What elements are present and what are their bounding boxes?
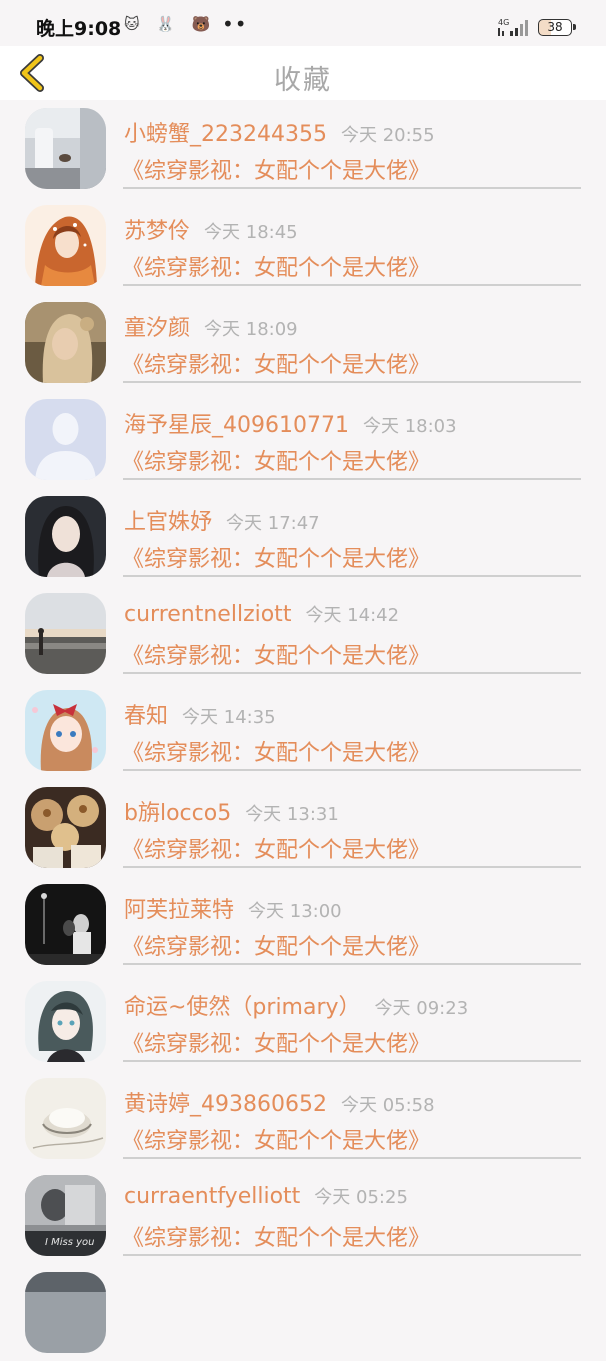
book-title: 《综穿影视：女配个个是大佬》 [122,838,431,863]
divider [123,866,581,868]
avatar-image [25,496,106,577]
book-title: 《综穿影视：女配个个是大佬》 [122,1226,431,1251]
avatar-image [25,787,106,868]
avatar[interactable] [25,399,106,480]
book-title: 《综穿影视：女配个个是大佬》 [122,644,431,669]
book-title: 《综穿影视：女配个个是大佬》 [122,547,431,572]
username: 海予星辰_409610771 [124,413,349,438]
book-title: 《综穿影视：女配个个是大佬》 [122,1032,431,1057]
avatar[interactable] [25,496,106,577]
timestamp: 今天 18:45 [204,222,298,243]
divider [123,769,581,771]
list-item[interactable]: b旃locco5 今天 13:31 《综穿影视：女配个个是大佬》 [0,779,606,876]
avatar-caption: I Miss you [45,1237,95,1248]
username: 春知 [124,704,169,729]
favorites-list: 小螃蟹_223244355 今天 20:55 《综穿影视：女配个个是大佬》 苏梦伶… [0,100,606,1361]
list-item[interactable]: 海予星辰_409610771 今天 18:03 《综穿影视：女配个个是大佬》 [0,391,606,488]
list-item[interactable]: 苏梦伶 今天 18:45 《综穿影视：女配个个是大佬》 [0,197,606,294]
timestamp: 今天 13:00 [248,901,342,922]
timestamp: 今天 05:25 [314,1187,408,1208]
list-item[interactable]: I Miss you curraentfyelliott 今天 05:25 《综穿… [0,1167,606,1264]
username: 阿芙拉莱特 [124,898,235,923]
list-item[interactable] [0,1264,606,1361]
book-title: 《综穿影视：女配个个是大佬》 [122,741,431,766]
book-title: 《综穿影视：女配个个是大佬》 [122,450,431,475]
avatar-image: I Miss you [25,1175,106,1256]
divider [123,284,581,286]
timestamp: 今天 17:47 [226,513,320,534]
avatar[interactable] [25,884,106,965]
avatar-image [25,205,106,286]
avatar-image [25,884,106,965]
avatar[interactable] [25,690,106,771]
list-item[interactable]: 上官姝妤 今天 17:47 《综穿影视：女配个个是大佬》 [0,488,606,585]
timestamp: 今天 14:35 [182,707,276,728]
timestamp: 今天 09:23 [374,998,469,1019]
username: currentnellziott [124,602,292,627]
avatar[interactable] [25,593,106,674]
username: 童汐颜 [124,316,191,341]
divider [123,187,581,189]
default-user-icon [25,399,106,480]
list-item[interactable]: 小螃蟹_223244355 今天 20:55 《综穿影视：女配个个是大佬》 [0,100,606,197]
username: curraentfyelliott [124,1184,301,1209]
list-item[interactable]: 春知 今天 14:35 《综穿影视：女配个个是大佬》 [0,682,606,779]
divider [123,672,581,674]
list-item[interactable]: 童汐颜 今天 18:09 《综穿影视：女配个个是大佬》 [0,294,606,391]
divider [123,381,581,383]
avatar-image [25,1272,106,1353]
divider [123,575,581,577]
divider [123,1254,581,1256]
book-title: 《综穿影视：女配个个是大佬》 [122,353,431,378]
book-title: 《综穿影视：女配个个是大佬》 [122,256,431,281]
divider [123,1060,581,1062]
avatar[interactable] [25,302,106,383]
timestamp: 今天 05:58 [340,1095,435,1116]
signal-icon: 4G [498,18,528,36]
book-title: 《综穿影视：女配个个是大佬》 [122,159,431,184]
avatar[interactable] [25,108,106,189]
book-title: 《综穿影视：女配个个是大佬》 [122,935,431,960]
avatar-image [25,302,106,383]
page-title: 收藏 [274,65,332,96]
avatar[interactable] [25,205,106,286]
list-item[interactable]: 阿芙拉莱特 今天 13:00 《综穿影视：女配个个是大佬》 [0,876,606,973]
username: b旃locco5 [124,801,232,826]
divider [123,963,581,965]
avatar[interactable] [25,1078,106,1159]
list-item[interactable]: 黄诗婷_493860652 今天 05:58 《综穿影视：女配个个是大佬》 [0,1070,606,1167]
list-item[interactable]: currentnellziott 今天 14:42 《综穿影视：女配个个是大佬》 [0,585,606,682]
timestamp: 今天 18:09 [204,319,298,340]
username: 小螃蟹_223244355 [124,122,327,147]
avatar-image [25,690,106,771]
status-bar: 晚上9:08 🐱 🐰 🐻 •• 4G 38 [0,0,606,46]
network-type-label: 4G [498,18,509,27]
status-time: 晚上9:08 [36,18,122,40]
book-title: 《综穿影视：女配个个是大佬》 [122,1129,431,1154]
header: 收藏 [0,46,606,100]
battery-icon: 38 [538,19,576,36]
avatar-image [25,108,106,189]
divider [123,1157,581,1159]
avatar[interactable] [25,1272,106,1353]
username: 黄诗婷_493860652 [124,1092,327,1117]
avatar-image [25,1078,106,1159]
timestamp: 今天 18:03 [362,416,457,437]
username: 上官姝妤 [124,510,213,535]
notification-icons: 🐱 🐰 🐻 [124,15,217,33]
avatar[interactable] [25,787,106,868]
timestamp: 今天 14:42 [305,605,400,626]
divider [123,478,581,480]
timestamp: 今天 20:55 [340,125,435,146]
avatar[interactable]: I Miss you [25,1175,106,1256]
list-item[interactable]: 命运~使然（primary） 今天 09:23 《综穿影视：女配个个是大佬》 [0,973,606,1070]
username: 命运~使然（primary） [124,995,361,1020]
avatar-image [25,593,106,674]
timestamp: 今天 13:31 [245,804,339,825]
avatar-image [25,981,106,1062]
username: 苏梦伶 [124,219,191,244]
avatar[interactable] [25,981,106,1062]
more-notifications-icon: •• [222,12,248,36]
